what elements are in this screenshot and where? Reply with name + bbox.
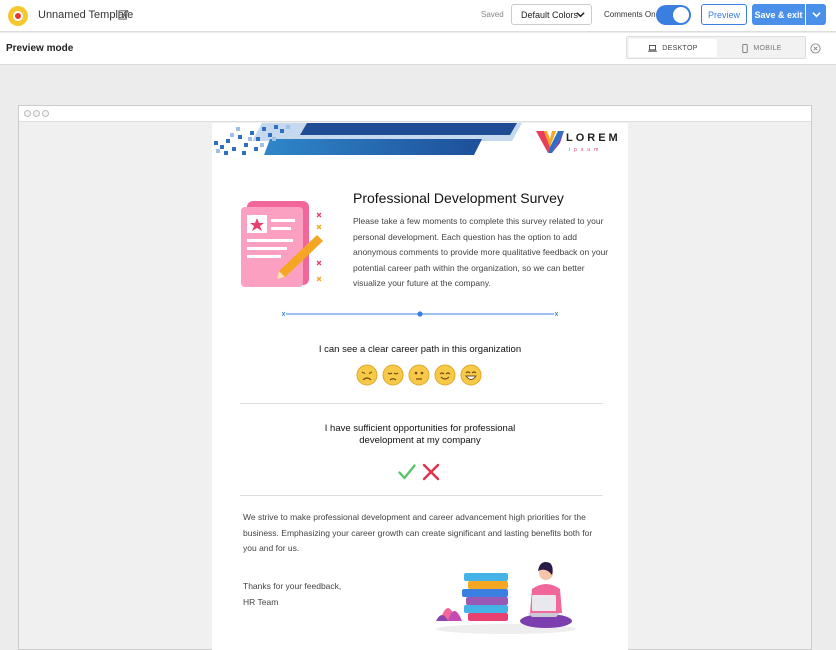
chevron-down-icon (576, 12, 585, 18)
close-icon[interactable] (810, 43, 821, 54)
rating-scale (356, 364, 482, 386)
section-divider (240, 495, 603, 496)
closing-text: We strive to make professional developme… (243, 512, 593, 553)
window-dot (24, 110, 31, 117)
survey-document-illustration (241, 201, 323, 287)
preview-mode-bar: Preview mode DESKTOP MOBILE (0, 33, 836, 65)
page-title: Preview mode (6, 43, 74, 54)
signature: HR Team (243, 596, 279, 607)
neutral-emoji-icon[interactable] (408, 364, 430, 386)
very-sad-emoji-icon[interactable] (356, 364, 378, 386)
brand-v-icon (536, 131, 564, 153)
save-exit-button[interactable]: Save & exit (752, 4, 805, 25)
window-dot (42, 110, 49, 117)
brand-logo: LOREM ipsum (536, 129, 618, 159)
very-happy-emoji-icon[interactable] (460, 364, 482, 386)
comments-label: Comments On (604, 10, 656, 19)
sign-off: Thanks for your feedback, HR Team (243, 579, 341, 610)
cross-icon[interactable] (422, 463, 440, 481)
question-2-line-2: development at my company (359, 435, 481, 446)
person-with-laptop-illustration (436, 562, 576, 634)
section-divider (240, 403, 603, 404)
mobile-icon (742, 43, 749, 53)
check-icon[interactable] (398, 463, 416, 481)
saved-status: Saved (481, 10, 504, 19)
mobile-label: MOBILE (753, 44, 782, 52)
save-options-button[interactable] (806, 4, 826, 25)
laptop-icon (648, 44, 658, 52)
chevron-down-icon (811, 12, 821, 18)
app-logo[interactable] (8, 6, 28, 26)
edit-icon[interactable] (118, 9, 129, 20)
preview-button[interactable]: Preview (701, 4, 747, 25)
device-switch: DESKTOP MOBILE (626, 36, 806, 59)
thanks-line: Thanks for your feedback, (243, 581, 342, 591)
sad-emoji-icon[interactable] (382, 364, 404, 386)
comments-toggle[interactable] (656, 5, 691, 25)
color-theme-select[interactable]: Default Colors (511, 4, 592, 25)
mobile-tab[interactable]: MOBILE (719, 39, 805, 57)
question-2-text: I have sufficient opportunities for prof… (212, 423, 628, 447)
brand-tagline: ipsum (569, 147, 603, 153)
question-2-line-1: I have sufficient opportunities for prof… (324, 423, 516, 434)
yes-no-options (398, 463, 440, 481)
survey-intro-text: Please take a few moments to complete th… (353, 216, 609, 288)
window-dot (33, 110, 40, 117)
desktop-tab[interactable]: DESKTOP (629, 39, 717, 57)
decorative-divider (282, 311, 558, 317)
brand-name: LOREM (566, 132, 621, 144)
top-toolbar: Unnamed Template Saved Default Colors Co… (0, 0, 836, 32)
color-theme-label: Default Colors (521, 9, 579, 20)
browser-frame: LOREM ipsum Professional Development Sur… (18, 105, 812, 650)
email-preview: LOREM ipsum Professional Development Sur… (212, 123, 628, 650)
desktop-label: DESKTOP (662, 44, 698, 52)
browser-frame-toolbar (19, 106, 811, 122)
happy-emoji-icon[interactable] (434, 364, 456, 386)
survey-title: Professional Development Survey (353, 190, 564, 206)
question-1-text: I can see a clear career path in this or… (318, 344, 522, 355)
